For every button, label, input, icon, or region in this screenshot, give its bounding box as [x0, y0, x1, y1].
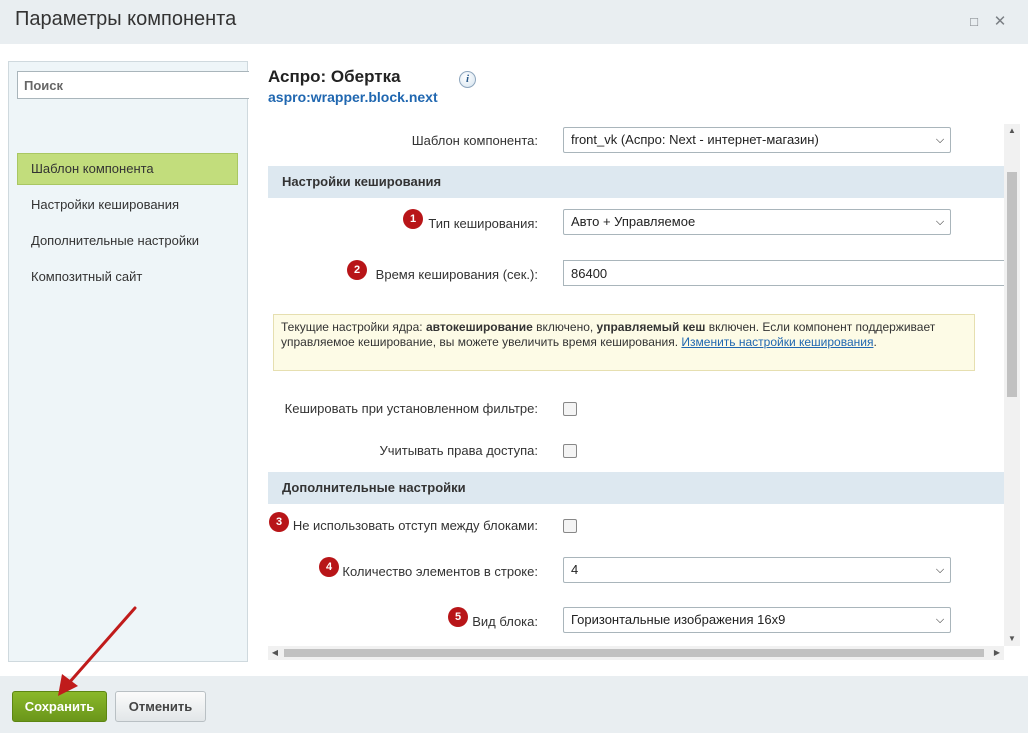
block-view-label: Вид блока: — [472, 614, 538, 629]
block-view-select[interactable]: Горизонтальные изображения 16x9 ⌵ — [563, 607, 951, 633]
cache-type-select[interactable]: Авто + Управляемое ⌵ — [563, 209, 951, 235]
dialog-header: Параметры компонента □ ✕ — [0, 0, 1028, 44]
chevron-down-icon: ⌵ — [935, 134, 945, 146]
maximize-icon[interactable]: □ — [965, 13, 983, 31]
dialog-footer: Сохранить Отменить — [0, 676, 1028, 733]
note-text-4: . — [873, 335, 877, 349]
horizontal-scrollbar[interactable]: ◀ ▶ — [268, 646, 1004, 660]
chevron-down-icon: ⌵ — [935, 614, 945, 626]
close-icon[interactable]: ✕ — [991, 13, 1009, 31]
section-caching: Настройки кеширования — [268, 166, 1004, 198]
access-rights-label: Учитывать права доступа: — [379, 443, 538, 458]
note-bold-1: автокеширование — [425, 320, 533, 334]
template-select[interactable]: front_vk (Аспро: Next - интернет-магазин… — [563, 127, 951, 153]
vertical-scroll-thumb[interactable] — [1007, 172, 1017, 397]
items-per-row-value: 4 — [571, 562, 579, 577]
component-title: Аспро: Обертка — [268, 67, 401, 86]
scroll-down-icon[interactable]: ▼ — [1004, 632, 1020, 646]
cache-time-label: Время кеширования (сек.): — [375, 267, 538, 282]
settings-scroll-area: Шаблон компонента: front_vk (Аспро: Next… — [268, 124, 1020, 646]
template-label: Шаблон компонента: — [411, 133, 538, 148]
search-input[interactable] — [17, 71, 249, 99]
section-additional: Дополнительные настройки — [268, 472, 1004, 504]
info-icon[interactable]: i — [459, 71, 476, 88]
chevron-down-icon: ⌵ — [935, 216, 945, 228]
template-select-value: front_vk (Аспро: Next - интернет-магазин… — [571, 132, 819, 147]
badge-1: 1 — [403, 209, 423, 229]
access-rights-checkbox[interactable] — [563, 444, 577, 458]
dialog-title: Параметры компонента — [15, 8, 237, 30]
no-indent-checkbox[interactable] — [563, 519, 577, 533]
component-code: aspro:wrapper.block.next — [268, 89, 438, 105]
main-panel: Аспро: Обертка aspro:wrapper.block.next … — [268, 44, 1020, 676]
scroll-right-icon[interactable]: ▶ — [990, 646, 1004, 660]
sidebar-item-template[interactable]: Шаблон компонента — [17, 153, 238, 185]
badge-5: 5 — [448, 607, 468, 627]
save-button[interactable]: Сохранить — [12, 691, 107, 722]
sidebar-item-additional[interactable]: Дополнительные настройки — [17, 225, 238, 257]
note-text-1: Текущие настройки ядра: — [281, 320, 426, 334]
badge-4: 4 — [319, 557, 339, 577]
chevron-down-icon: ⌵ — [935, 564, 945, 576]
items-per-row-select[interactable]: 4 ⌵ — [563, 557, 951, 583]
scroll-up-icon[interactable]: ▲ — [1004, 124, 1020, 138]
badge-2: 2 — [347, 260, 367, 280]
cache-time-input[interactable] — [563, 260, 1004, 286]
note-bold-2: управляемый кеш — [596, 320, 706, 334]
block-view-value: Горизонтальные изображения 16x9 — [571, 612, 786, 627]
items-per-row-label: Количество элементов в строке: — [342, 564, 538, 579]
horizontal-scroll-thumb[interactable] — [284, 649, 984, 657]
cache-filter-checkbox[interactable] — [563, 402, 577, 416]
cancel-button[interactable]: Отменить — [115, 691, 206, 722]
cache-type-label: Тип кеширования: — [428, 216, 538, 231]
vertical-scrollbar[interactable]: ▲ ▼ — [1004, 124, 1020, 646]
badge-3: 3 — [269, 512, 289, 532]
sidebar-item-composite[interactable]: Композитный сайт — [17, 261, 238, 293]
cache-filter-label: Кешировать при установленном фильтре: — [284, 401, 538, 416]
sidebar: Шаблон компонента Настройки кеширования … — [8, 61, 249, 662]
scroll-left-icon[interactable]: ◀ — [268, 646, 282, 660]
no-indent-label: Не использовать отступ между блоками: — [292, 518, 538, 533]
change-cache-settings-link[interactable]: Изменить настройки кеширования — [681, 335, 873, 349]
cache-type-value: Авто + Управляемое — [571, 214, 696, 229]
dialog-body: Шаблон компонента Настройки кеширования … — [0, 44, 1028, 676]
cache-info-note: Текущие настройки ядра: автокеширование … — [273, 314, 975, 371]
sidebar-item-caching[interactable]: Настройки кеширования — [17, 189, 238, 221]
note-text-2: включено, — [532, 320, 597, 334]
